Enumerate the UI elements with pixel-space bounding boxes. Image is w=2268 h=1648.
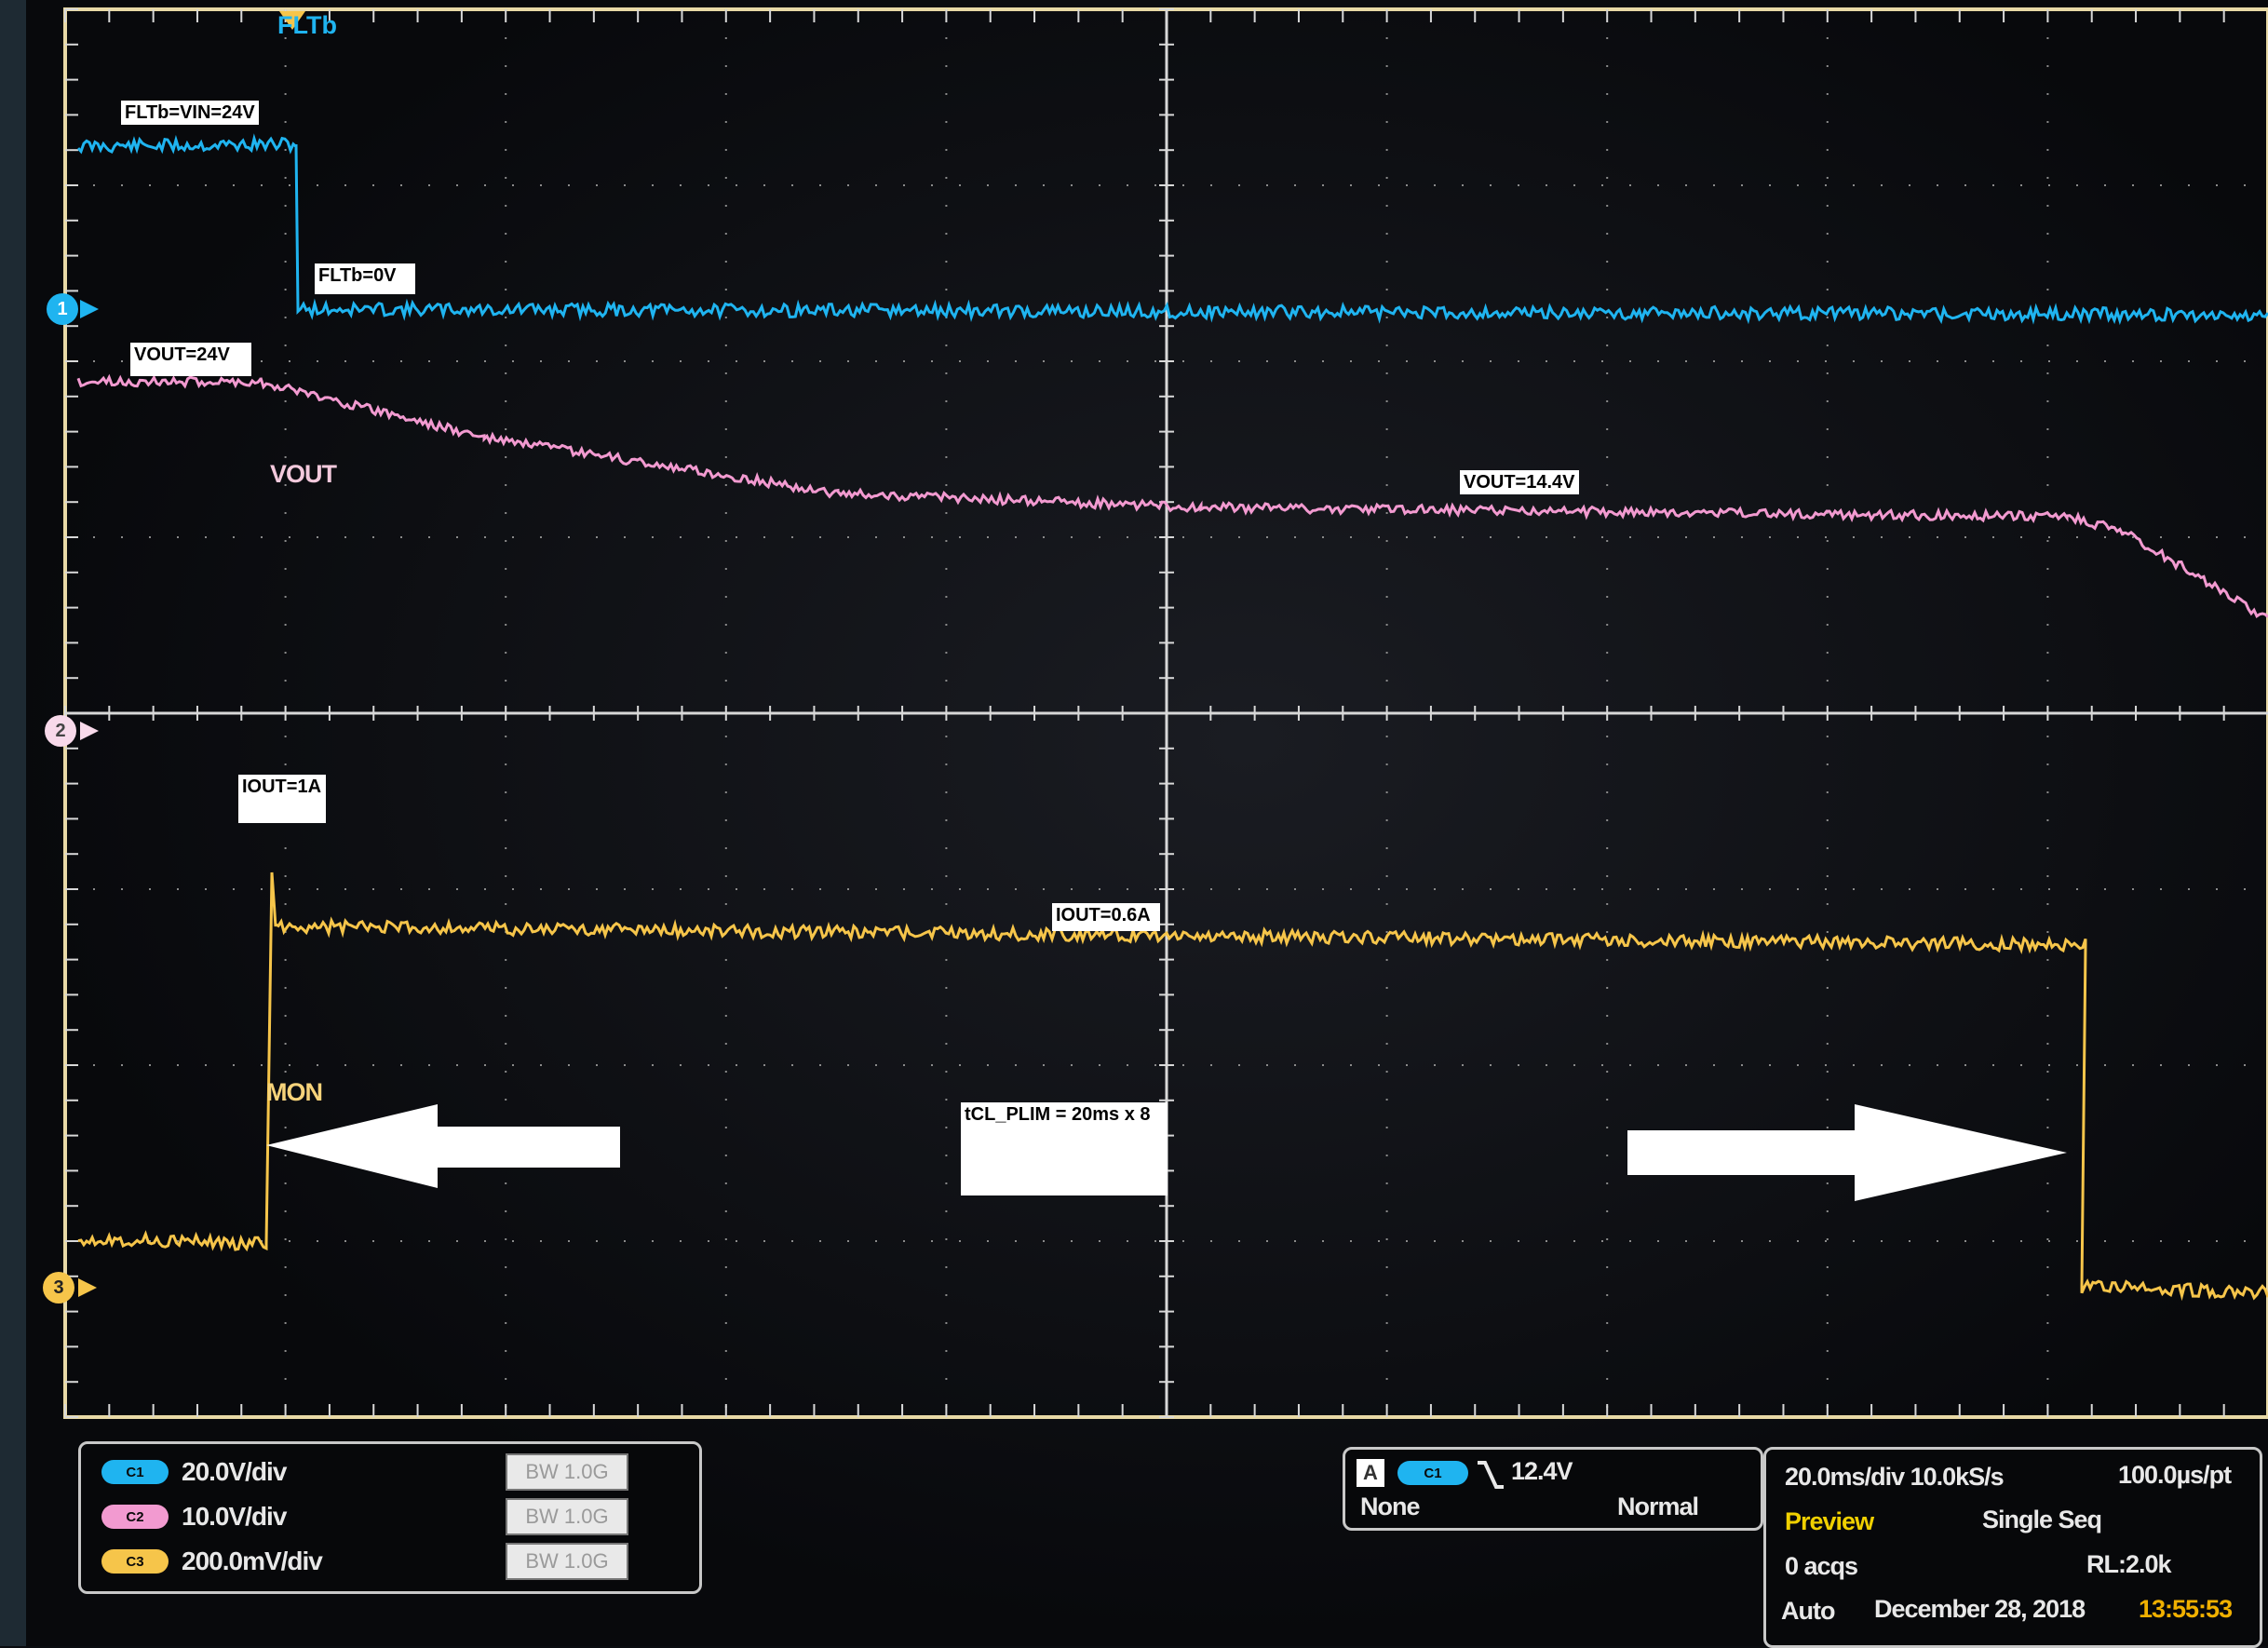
trigger-type: Normal bbox=[1617, 1493, 1699, 1520]
ch2-ground-marker[interactable]: 2 bbox=[45, 715, 76, 747]
ch1-arrow-icon bbox=[80, 300, 99, 318]
record-length: RL:2.0k bbox=[2086, 1550, 2172, 1578]
ch3-settings-row[interactable]: C3 200.0mV/div bbox=[101, 1545, 323, 1578]
ch3-scale: 200.0mV/div bbox=[182, 1547, 323, 1575]
ch1-tag: C1 bbox=[101, 1460, 169, 1484]
trigger-source-tag: C1 bbox=[1397, 1461, 1468, 1485]
trigger-coupling: None bbox=[1360, 1493, 1420, 1520]
ch3-ground-marker[interactable]: 3 bbox=[43, 1272, 74, 1304]
trigger-mode-letter: A bbox=[1357, 1459, 1384, 1487]
trigger-panel[interactable]: A C1 12.4V None Normal bbox=[1343, 1447, 1763, 1531]
channel-settings-panel: C1 20.0V/div C2 10.0V/div C3 200.0mV/div… bbox=[78, 1441, 702, 1594]
ch2-waveform bbox=[76, 373, 2268, 619]
ch1-marker-label: 1 bbox=[57, 298, 68, 319]
capture-date: December 28, 2018 bbox=[1874, 1595, 2086, 1623]
trigger-marker-label: FLTb bbox=[277, 11, 337, 39]
run-mode: Auto bbox=[1781, 1597, 1835, 1625]
annotation-fltb-low: FLTb=0V bbox=[315, 263, 415, 294]
vout-trace-label: VOUT bbox=[270, 460, 337, 488]
acquisition-panel[interactable]: 20.0ms/div 10.0kS/s 100.0µs/pt Preview S… bbox=[1763, 1447, 2262, 1648]
ch1-ground-marker[interactable]: 1 bbox=[47, 293, 78, 325]
ch3-tag: C3 bbox=[101, 1549, 169, 1574]
ch2-tag: C2 bbox=[101, 1505, 169, 1529]
trigger-level: 12.4V bbox=[1511, 1457, 1573, 1485]
ch2-marker-label: 2 bbox=[55, 720, 66, 741]
ch1-settings-row[interactable]: C1 20.0V/div bbox=[101, 1455, 287, 1489]
time-per-point: 100.0µs/pt bbox=[2118, 1461, 2232, 1489]
acquisition-state: Preview bbox=[1785, 1507, 1874, 1535]
ch3-bandwidth-badge: BW 1.0G bbox=[506, 1543, 628, 1580]
annotation-vout-mid: VOUT=14.4V bbox=[1460, 470, 1579, 494]
ch3-arrow-icon bbox=[78, 1278, 97, 1297]
ch2-arrow-icon bbox=[80, 722, 99, 740]
annotation-iout-peak: IOUT=1A bbox=[238, 775, 326, 823]
timebase: 20.0ms/div 10.0kS/s bbox=[1785, 1463, 2005, 1491]
ch3-waveform bbox=[77, 871, 2268, 1302]
right-arrow-icon bbox=[1627, 1104, 2067, 1201]
ch1-scale: 20.0V/div bbox=[182, 1457, 287, 1486]
ch2-bandwidth-badge: BW 1.0G bbox=[506, 1498, 628, 1535]
capture-time: 13:55:53 bbox=[2139, 1595, 2233, 1623]
sequence-mode: Single Seq bbox=[1982, 1506, 2102, 1533]
annotation-timer: tCL_PLIM = 20ms x 8 bbox=[961, 1102, 1168, 1195]
graticule bbox=[63, 7, 2268, 1419]
annotation-iout-limit: IOUT=0.6A bbox=[1052, 903, 1160, 931]
annotation-vout-start: VOUT=24V bbox=[130, 343, 251, 376]
oscilloscope-display: FLTb 1 2 3 FLTb=VIN=24V FLTb=0V VOUT=24V… bbox=[0, 0, 2268, 1648]
ch2-settings-row[interactable]: C2 10.0V/div bbox=[101, 1500, 287, 1533]
falling-edge-icon bbox=[1478, 1461, 1504, 1489]
annotation-fltb-high: FLTb=VIN=24V bbox=[121, 101, 259, 125]
ch3-marker-label: 3 bbox=[53, 1277, 64, 1298]
acquisition-count: 0 acqs bbox=[1785, 1552, 1858, 1580]
ch1-bandwidth-badge: BW 1.0G bbox=[506, 1453, 628, 1491]
left-arrow-icon bbox=[266, 1104, 620, 1188]
ch2-scale: 10.0V/div bbox=[182, 1502, 287, 1531]
